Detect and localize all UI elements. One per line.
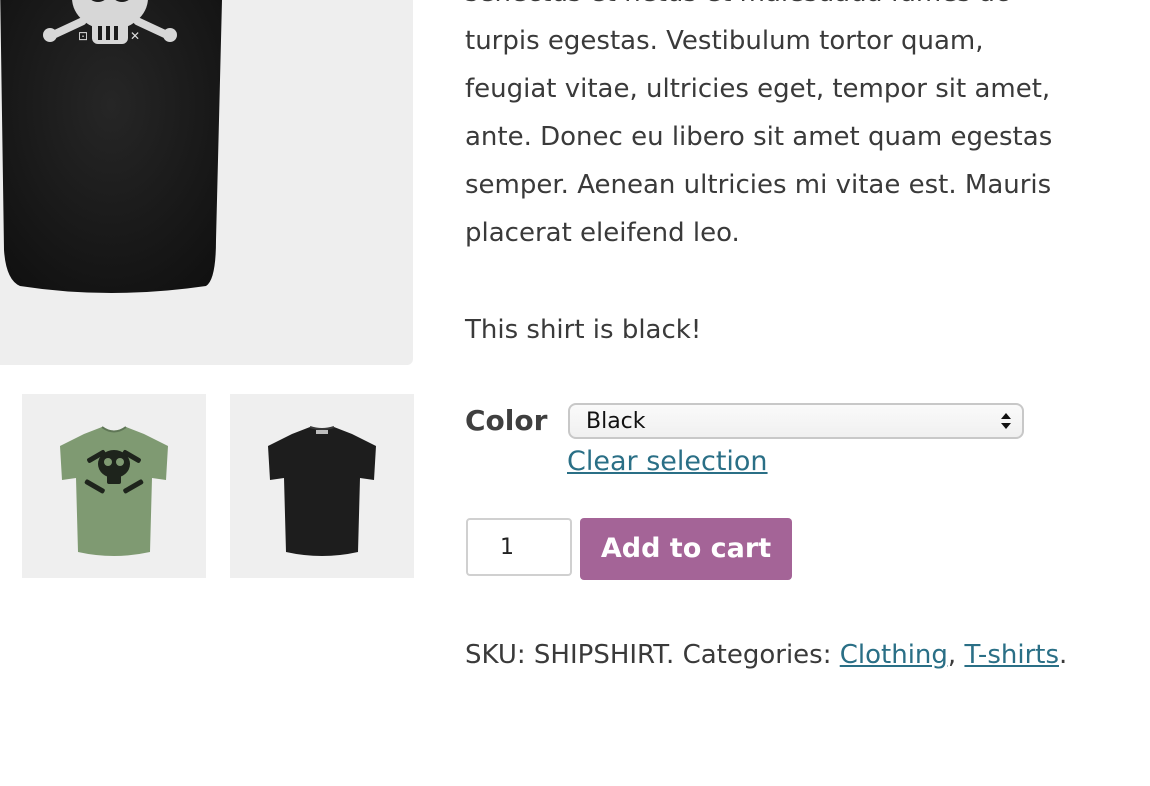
description-line: turpis egestas. Vestibulum tortor quam, — [465, 26, 984, 56]
description-line: semper. Aenean ultricies mi vitae est. M… — [465, 170, 1052, 200]
quantity-value: 1 — [500, 535, 514, 560]
description-line: ante. Donec eu libero sit amet quam eges… — [465, 122, 1053, 152]
product-note: This shirt is black! — [465, 315, 702, 345]
color-select[interactable]: Black — [568, 403, 1024, 439]
add-to-cart-button[interactable]: Add to cart — [580, 518, 792, 580]
main-product-image[interactable]: ⊡ ✕ — [0, 0, 413, 365]
quantity-input[interactable]: 1 — [466, 518, 572, 576]
thumbnail-black-tshirt-back[interactable] — [230, 394, 414, 578]
thumbnail-green-tshirt[interactable] — [22, 394, 206, 578]
svg-text:✕: ✕ — [130, 29, 140, 43]
svg-text:⊡: ⊡ — [78, 29, 88, 43]
categories-label: Categories: — [682, 640, 832, 670]
description-line: senectus et netus et malesuada fames ac — [465, 0, 1065, 17]
color-select-value: Black — [586, 409, 646, 434]
product-meta: SKU: SHIPSHIRT. Categories: Clothing, T-… — [465, 640, 1068, 670]
green-tshirt-skull-icon — [60, 426, 168, 556]
description-line: placerat eleifend leo. — [465, 218, 740, 248]
color-label: Color — [465, 404, 548, 437]
category-link-tshirts[interactable]: T-shirts — [964, 640, 1059, 670]
description-line: feugiat vitae, ultricies eget, tempor si… — [465, 74, 1051, 104]
black-tshirt-back-icon — [268, 426, 376, 556]
clear-selection-link[interactable]: Clear selection — [567, 446, 768, 477]
product-page: ⊡ ✕ turpis egestas. Vestibulum tortor qu… — [0, 0, 1150, 786]
product-description: senectus et netus et malesuada fames ac … — [465, 0, 1065, 257]
category-link-clothing[interactable]: Clothing — [840, 640, 948, 670]
select-arrows-icon — [1001, 413, 1011, 429]
black-tshirt-skull-icon: ⊡ ✕ — [0, 0, 222, 293]
sku-value: SHIPSHIRT — [533, 640, 667, 670]
sku-label: SKU: — [465, 640, 526, 670]
